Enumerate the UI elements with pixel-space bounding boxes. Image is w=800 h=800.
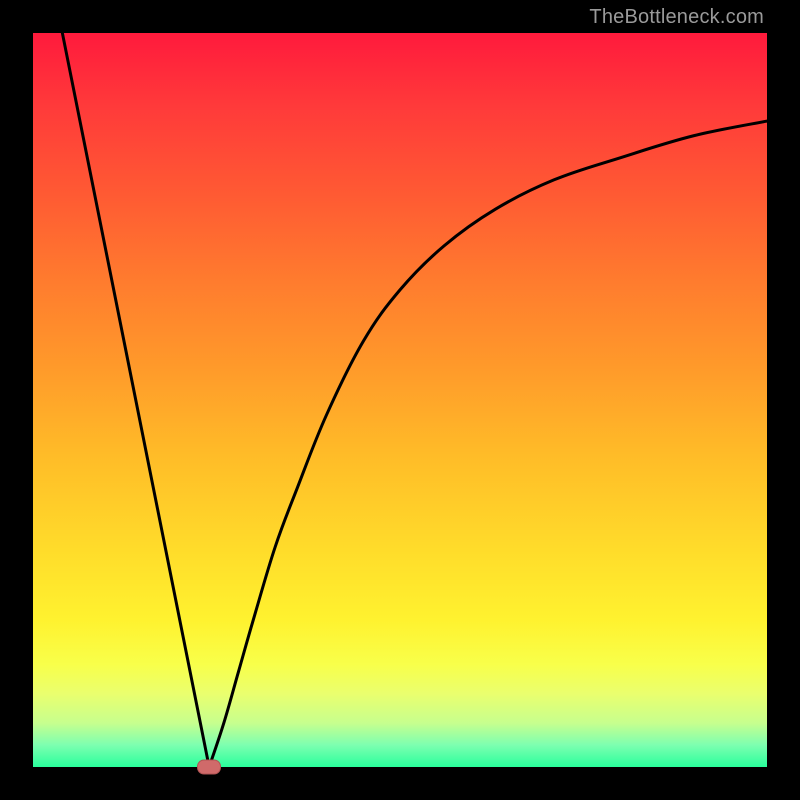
plot-area	[33, 33, 767, 767]
series-left-line	[62, 33, 209, 767]
attribution-text: TheBottleneck.com	[589, 6, 764, 29]
minimum-marker	[197, 760, 221, 775]
curve-layer	[33, 33, 767, 767]
chart-frame: TheBottleneck.com	[0, 0, 800, 800]
series-right-curve	[209, 121, 767, 767]
